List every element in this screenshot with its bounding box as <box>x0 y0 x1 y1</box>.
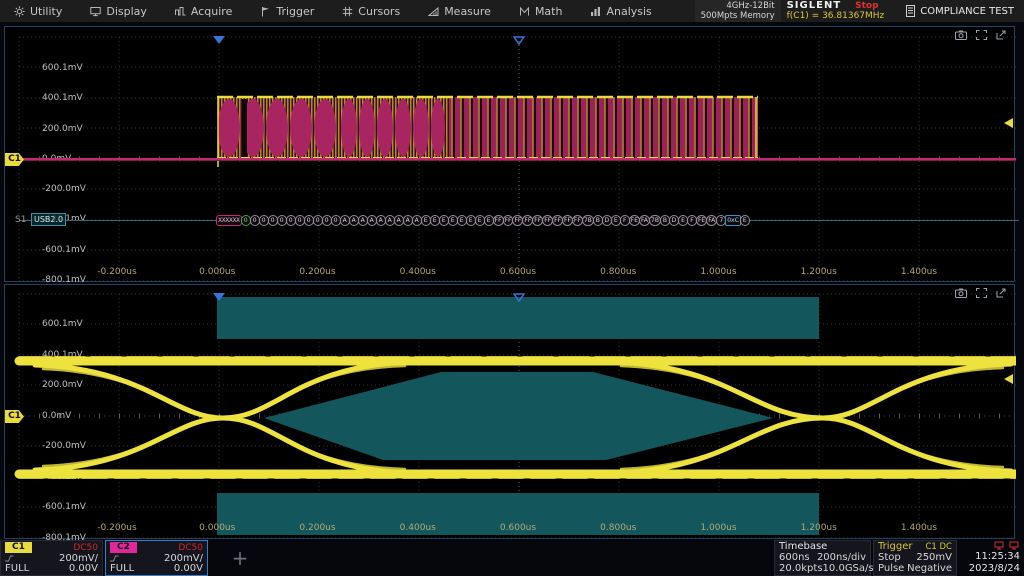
menu-bar: Utility Display Acquire Trigger Cursors … <box>0 0 1024 22</box>
rising-edge-icon <box>5 555 14 562</box>
channel-c1-box[interactable]: C1 DC50 200mV/ FULL 0.00V <box>0 540 103 576</box>
bottom-status-bar: C1 DC50 200mV/ FULL 0.00V C2 DC50 200mV/ <box>0 540 1024 576</box>
flag-icon <box>260 6 271 17</box>
menu-display[interactable]: Display <box>76 0 161 22</box>
eye-trace <box>5 285 1016 538</box>
menu-measure-label: Measure <box>444 5 491 18</box>
memory-label: 500Mpts Memory <box>701 11 775 21</box>
decode-token: 0xC <box>725 215 741 226</box>
fullscreen-icon[interactable] <box>976 30 987 40</box>
menu-trigger-label: Trigger <box>276 5 314 18</box>
menu-math-label: Math <box>535 5 563 18</box>
clock-box: 11:25:34 2023/8/24 <box>958 540 1024 576</box>
menu-math[interactable]: Math <box>505 0 577 22</box>
acq-status-badge[interactable]: Stop <box>855 1 878 11</box>
trigger-source: C1 DC <box>925 542 952 552</box>
c1-bandwidth: FULL <box>5 564 29 574</box>
menu-analysis[interactable]: Analysis <box>576 0 665 22</box>
brand-status: SIGLENT Stop f(C1) = 36.81367MHz <box>781 0 891 22</box>
acquire-icon <box>175 6 186 17</box>
oscilloscope-screen: Utility Display Acquire Trigger Cursors … <box>0 0 1024 576</box>
timebase-title: Timebase <box>779 542 827 552</box>
camera-icon[interactable] <box>955 288 967 298</box>
time-display: 11:25:34 <box>975 551 1020 562</box>
top-waveform-plot[interactable]: 600.1mV400.1mV200.0mV0.0mV-200.0mV-400.1… <box>4 26 1015 282</box>
trigger-position-marker[interactable] <box>513 36 526 45</box>
bus-protocol-badge[interactable]: USB2.0 <box>31 213 66 226</box>
trigger-title: Trigger <box>878 542 913 552</box>
detach-icon[interactable] <box>996 288 1006 298</box>
display-icon <box>90 6 101 17</box>
rising-edge-icon <box>110 555 119 562</box>
channel-c2-box[interactable]: C2 DC50 200mV/ FULL 0.00V <box>105 540 208 576</box>
trigger-delay-marker[interactable] <box>213 293 225 301</box>
add-channel-button[interactable]: + <box>210 540 270 576</box>
fullscreen-icon[interactable] <box>976 288 987 298</box>
menu-cursors-label: Cursors <box>358 5 400 18</box>
camera-icon[interactable] <box>955 30 967 40</box>
menu-display-label: Display <box>106 5 147 18</box>
math-icon <box>519 6 530 17</box>
acquisition-info: 4GHz-12Bit 500Mpts Memory <box>695 0 781 22</box>
decode-token: E <box>740 215 750 226</box>
trigger-level-marker[interactable] <box>1004 374 1013 384</box>
gear-icon <box>14 6 25 17</box>
packet-waveform <box>5 27 1016 281</box>
trigger-box[interactable]: Trigger C1 DC Stop 250mV Pulse Negative <box>873 540 957 576</box>
frequency-counter: f(C1) = 36.81367MHz <box>787 11 885 21</box>
c2-offset: 0.00V <box>174 564 203 574</box>
c1-offset: 0.00V <box>69 564 98 574</box>
timebase-delay: 600ns <box>779 553 810 563</box>
trigger-slope: Negative <box>907 564 952 574</box>
trigger-status: Stop <box>878 553 901 563</box>
lan-status-icon <box>994 541 1020 550</box>
analysis-icon <box>590 6 601 17</box>
menu-measure[interactable]: Measure <box>414 0 505 22</box>
compliance-test-label: COMPLIANCE TEST <box>920 6 1014 17</box>
timebase-rate: 10.0GSa/s <box>823 564 874 574</box>
trigger-delay-marker[interactable] <box>213 36 225 44</box>
decode-token: XXXXXX <box>216 215 242 226</box>
trigger-position-marker[interactable] <box>513 293 526 302</box>
bus-id: S1 <box>15 215 26 225</box>
plot-corner-tools <box>955 288 1006 298</box>
decode-token: FF <box>493 215 504 226</box>
timebase-scale: 200ns/div <box>817 553 866 563</box>
c2-chip[interactable]: C2 <box>110 542 137 553</box>
detach-icon[interactable] <box>996 30 1006 40</box>
timebase-samples: 20.0kpts <box>779 564 823 574</box>
menu-utility-label: Utility <box>30 5 62 18</box>
menu-trigger[interactable]: Trigger <box>246 0 328 22</box>
compliance-test-button[interactable]: COMPLIANCE TEST <box>890 5 1024 17</box>
status-area: 4GHz-12Bit 500Mpts Memory SIGLENT Stop f… <box>695 0 1024 22</box>
menu-utility[interactable]: Utility <box>0 0 76 22</box>
menu-acquire-label: Acquire <box>191 5 232 18</box>
c2-scale: 200mV/ <box>164 554 203 564</box>
trigger-level: 250mV <box>916 553 952 563</box>
cursors-icon <box>342 6 353 17</box>
c1-chip[interactable]: C1 <box>5 542 32 553</box>
bandwidth-label: 4GHz-12Bit <box>701 1 775 11</box>
clipboard-icon <box>906 5 915 17</box>
c1-coupling: DC50 <box>73 543 98 553</box>
brand-logo: SIGLENT <box>787 1 842 11</box>
date-display: 2023/8/24 <box>969 563 1020 574</box>
timebase-box[interactable]: Timebase 600ns 200ns/div 20.0kpts 10.0GS… <box>774 540 871 576</box>
trigger-type: Pulse <box>878 564 904 574</box>
menu-cursors[interactable]: Cursors <box>328 0 414 22</box>
c2-coupling: DC50 <box>178 543 203 553</box>
c2-bandwidth: FULL <box>110 564 134 574</box>
trigger-level-marker[interactable] <box>1004 118 1013 128</box>
decode-token: 7B <box>582 215 594 226</box>
plot-corner-tools <box>955 30 1006 40</box>
eye-diagram-plot[interactable]: 600.1mV400.1mV200.0mV0.0mV-200.0mV-400.1… <box>4 284 1015 539</box>
menu-analysis-label: Analysis <box>606 5 651 18</box>
menu-acquire[interactable]: Acquire <box>161 0 246 22</box>
measure-icon <box>428 6 439 17</box>
decode-token-row: XXXXXX00000000000AAAAAAAAAEEEEEEEEFFFFFF… <box>216 214 776 227</box>
c1-scale: 200mV/ <box>59 554 98 564</box>
